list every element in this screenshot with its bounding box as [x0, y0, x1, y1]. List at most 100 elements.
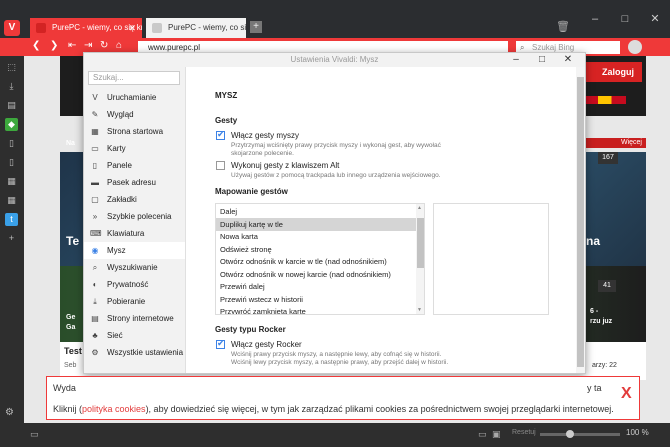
gesture-row[interactable]: Przewiń dalej	[216, 280, 416, 293]
enable-rocker-gestures-label[interactable]: Włącz gesty Rocker	[231, 340, 302, 349]
nav-item-5[interactable]: ▬ Pasek adresu	[84, 174, 185, 191]
zoom-slider-handle[interactable]	[566, 430, 574, 438]
login-button[interactable]: Zaloguj	[584, 62, 642, 82]
nav-item-14[interactable]: ♣ Sieć	[84, 327, 185, 344]
nav-icon: ▦	[91, 127, 99, 136]
nav-item-3[interactable]: ▭ Karty	[84, 140, 185, 157]
nav-item-13[interactable]: ▤ Strony internetowe	[84, 310, 185, 327]
tab-inactive[interactable]: PurePC - wiemy, co się kręc	[146, 18, 246, 38]
site-article-title[interactable]: Test	[64, 346, 82, 356]
cookie-close-button[interactable]: X	[621, 385, 632, 403]
page-tiling-icon[interactable]: ▭	[478, 429, 490, 439]
reload-icon[interactable]: ↻	[100, 40, 108, 51]
gesture-row[interactable]: Odśwież stronę	[216, 243, 416, 256]
web-panel-icon[interactable]: ▯	[5, 156, 18, 169]
nav-item-10[interactable]: ⌕ Wyszukiwanie	[84, 259, 185, 276]
close-tab-icon[interactable]: ✕	[128, 18, 136, 38]
dialog-close-button[interactable]: ✕	[555, 53, 581, 67]
nav-item-8[interactable]: ⌨ Klawiatura	[84, 225, 185, 242]
rocker-gestures-desc: Wciśnij prawy przycisk myszy, a następni…	[231, 351, 442, 358]
zoom-level: 100 %	[626, 428, 649, 437]
dialog-window-controls: – □ ✕	[503, 53, 581, 67]
web-panel-icon[interactable]: ◆	[5, 118, 18, 131]
rewind-icon[interactable]: ⇤	[68, 40, 76, 51]
site-headline[interactable]: Ge	[66, 314, 75, 321]
gesture-row[interactable]: Przewiń wstecz w historii	[216, 293, 416, 306]
back-icon[interactable]: ❮	[32, 40, 40, 51]
minimize-button[interactable]: –	[580, 0, 610, 38]
zoom-slider-track[interactable]	[540, 433, 620, 436]
site-section-more[interactable]: Więcej	[584, 138, 646, 148]
site-headline[interactable]: na	[586, 234, 600, 248]
site-headline[interactable]: Ga	[66, 324, 75, 331]
settings-gear-icon[interactable]: ⚙	[5, 407, 18, 420]
gesture-row[interactable]: Nowa karta	[216, 230, 416, 243]
maximize-button[interactable]: □	[610, 0, 640, 38]
gesture-preview	[433, 203, 549, 315]
site-headline[interactable]: Na	[66, 140, 75, 147]
nav-item-1[interactable]: ✎ Wygląd	[84, 106, 185, 123]
cookie-banner: Wyda y ta Kliknij (polityka cookies), ab…	[46, 376, 640, 420]
home-icon[interactable]: ⌂	[116, 40, 122, 51]
add-panel-icon[interactable]: +	[5, 232, 18, 245]
profile-avatar[interactable]	[628, 40, 642, 54]
alt-gestures-label[interactable]: Wykonuj gesty z klawiszem Alt	[231, 161, 339, 170]
nav-item-9[interactable]: ◉ Mysz	[84, 242, 185, 259]
dialog-maximize-button[interactable]: □	[529, 53, 555, 67]
nav-item-0[interactable]: V Uruchamianie	[84, 89, 185, 106]
vivaldi-menu-icon[interactable]: V	[4, 20, 20, 36]
dialog-minimize-button[interactable]: –	[503, 53, 529, 67]
nav-item-2[interactable]: ▦ Strona startowa	[84, 123, 185, 140]
gesture-mapping-heading: Mapowanie gestów	[215, 187, 288, 196]
nav-item-7[interactable]: » Szybkie polecenia	[84, 208, 185, 225]
web-panel-icon[interactable]: ▦	[5, 175, 18, 188]
zoom-reset-button[interactable]: Resetuj	[512, 429, 536, 436]
notes-icon[interactable]: ▤	[5, 99, 18, 112]
web-panel-icon[interactable]: ▯	[5, 137, 18, 150]
site-headline[interactable]: rzu juz	[590, 318, 612, 325]
trash-icon[interactable]: 🗑	[556, 20, 570, 33]
twitter-panel-icon[interactable]: t	[5, 213, 18, 226]
enable-rocker-gestures-checkbox[interactable]	[216, 338, 225, 349]
bookmarks-icon[interactable]: ⬚	[5, 61, 18, 74]
web-panel-icon[interactable]: ▦	[5, 194, 18, 207]
nav-item-6[interactable]: ▢ Zakładki	[84, 191, 185, 208]
alt-gestures-checkbox[interactable]	[216, 161, 225, 170]
scroll-thumb[interactable]	[577, 77, 584, 367]
downloads-icon[interactable]: ⤓	[5, 80, 18, 93]
gesture-row[interactable]: Otwórz odnośnik w karcie w tle (nad odno…	[216, 255, 416, 268]
forward-icon[interactable]: ❯	[50, 40, 58, 51]
images-icon[interactable]: ▣	[492, 429, 504, 439]
site-headline[interactable]: Te	[66, 234, 79, 248]
tab-active[interactable]: PurePC - wiemy, co się kręc ✕	[30, 18, 142, 38]
scroll-down-icon[interactable]: ▼	[417, 307, 422, 313]
search-placeholder: Szukaj Bing	[532, 43, 575, 52]
gesture-row[interactable]: Otwórz odnośnik w nowej karcie (nad odno…	[216, 268, 416, 281]
nav-item-15[interactable]: ⚙ Wszystkie ustawienia	[84, 344, 185, 361]
nav-item-4[interactable]: ▯ Panele	[84, 157, 185, 174]
new-tab-button[interactable]: +	[250, 21, 262, 33]
fastforward-icon[interactable]: ⇥	[84, 40, 92, 51]
gesture-list[interactable]: Dalej Duplikuj kartę w tle Nowa karta Odświ…	[215, 203, 425, 315]
scroll-up-icon[interactable]: ▲	[417, 205, 422, 211]
gesture-row[interactable]: Przywróć zamkniętą kartę	[216, 305, 416, 314]
alt-gestures-desc: Używaj gestów z pomocą trackpada lub inn…	[231, 172, 441, 179]
settings-scrollbar[interactable]	[576, 67, 585, 373]
gesture-row[interactable]: Dalej	[216, 205, 416, 218]
panel-toggle-icon[interactable]: ▭	[30, 429, 42, 439]
enable-mouse-gestures-checkbox[interactable]	[216, 129, 225, 140]
settings-search-input[interactable]: Szukaj...	[88, 71, 180, 85]
nav-item-12[interactable]: ⤓ Pobieranie	[84, 293, 185, 310]
nav-icon: ▭	[91, 144, 99, 153]
nav-label: Karty	[107, 144, 126, 153]
cookie-policy-link[interactable]: polityka cookies	[82, 404, 146, 414]
gesture-list-scrollbar[interactable]: ▲ ▼	[416, 204, 424, 314]
gesture-row[interactable]: Duplikuj kartę w tle	[216, 217, 416, 231]
nav-item-11[interactable]: ◐ Prywatność	[84, 276, 185, 293]
site-headline[interactable]: 6 -	[590, 308, 598, 315]
settings-content: MYSZ Gesty Włącz gesty myszy Przytrzymaj…	[186, 67, 576, 373]
scroll-thumb[interactable]	[417, 218, 424, 268]
language-flags[interactable]	[584, 96, 626, 104]
enable-mouse-gestures-label[interactable]: Włącz gesty myszy	[231, 131, 299, 140]
close-window-button[interactable]: ✕	[640, 0, 670, 38]
